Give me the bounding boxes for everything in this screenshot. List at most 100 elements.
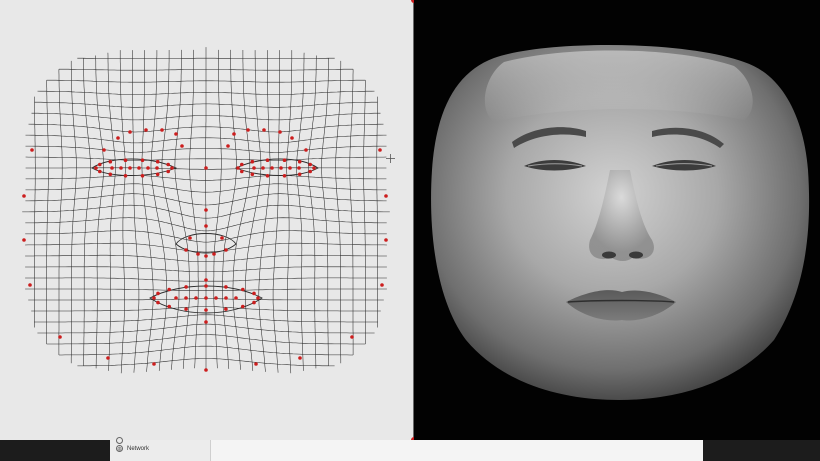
- landmark-point[interactable]: [290, 136, 294, 140]
- landmark-point[interactable]: [297, 166, 301, 170]
- landmark-point[interactable]: [184, 248, 188, 252]
- landmark-point[interactable]: [261, 166, 265, 170]
- landmark-point[interactable]: [204, 224, 208, 228]
- landmark-point[interactable]: [128, 166, 132, 170]
- landmark-point[interactable]: [241, 287, 245, 292]
- landmark-point[interactable]: [282, 158, 287, 162]
- landmark-point[interactable]: [155, 172, 160, 177]
- landmark-point[interactable]: [140, 158, 145, 162]
- landmark-point[interactable]: [241, 304, 245, 309]
- landmark-point[interactable]: [224, 296, 228, 300]
- landmark-point[interactable]: [224, 285, 228, 289]
- landmark-point[interactable]: [214, 296, 218, 300]
- landmark-point[interactable]: [196, 252, 200, 256]
- landmark-point[interactable]: [152, 362, 156, 366]
- landmark-point[interactable]: [144, 128, 148, 132]
- landmark-point[interactable]: [204, 254, 208, 258]
- landmark-point[interactable]: [262, 128, 266, 132]
- landmark-point[interactable]: [156, 291, 160, 296]
- landmark-point[interactable]: [234, 296, 238, 300]
- landmark-point[interactable]: [350, 335, 354, 339]
- landmark-point[interactable]: [174, 296, 178, 300]
- landmark-point[interactable]: [297, 172, 302, 177]
- landmark-point[interactable]: [252, 291, 256, 296]
- landmark-point[interactable]: [184, 285, 188, 289]
- landmark-point[interactable]: [297, 159, 302, 164]
- landmark-point[interactable]: [204, 278, 208, 282]
- landmark-point[interactable]: [167, 304, 171, 309]
- landmark-point[interactable]: [167, 287, 171, 292]
- landmark-point[interactable]: [265, 158, 270, 162]
- landmark-point[interactable]: [224, 248, 228, 252]
- sidebar-item-drive[interactable]: [116, 437, 127, 444]
- landmark-point[interactable]: [156, 300, 160, 305]
- landmark-point[interactable]: [384, 194, 388, 198]
- landmark-point[interactable]: [204, 368, 208, 372]
- landmark-point[interactable]: [194, 296, 198, 300]
- landmark-point[interactable]: [240, 169, 244, 174]
- landmark-point[interactable]: [308, 169, 313, 174]
- landmark-point[interactable]: [212, 252, 216, 256]
- landmark-point[interactable]: [384, 238, 388, 242]
- landmark-point[interactable]: [256, 296, 260, 300]
- 3d-render-viewport[interactable]: [414, 0, 820, 440]
- landmark-point[interactable]: [204, 320, 208, 324]
- landmark-point[interactable]: [160, 128, 164, 132]
- landmark-point[interactable]: [250, 159, 255, 164]
- landmark-point[interactable]: [174, 132, 178, 136]
- landmark-point[interactable]: [204, 296, 208, 300]
- landmark-point[interactable]: [308, 162, 313, 167]
- landmark-point[interactable]: [246, 128, 250, 132]
- landmark-point[interactable]: [250, 172, 255, 177]
- landmark-point[interactable]: [236, 166, 240, 170]
- landmark-point[interactable]: [108, 172, 113, 177]
- landmark-point[interactable]: [116, 136, 120, 140]
- landmark-point[interactable]: [378, 148, 382, 152]
- landmark-point[interactable]: [155, 159, 160, 164]
- landmark-point[interactable]: [98, 169, 102, 174]
- landmark-point[interactable]: [279, 166, 283, 170]
- landmark-point[interactable]: [22, 194, 26, 198]
- landmark-point[interactable]: [184, 307, 188, 311]
- landmark-point[interactable]: [288, 166, 292, 170]
- landmark-point[interactable]: [204, 166, 208, 170]
- landmark-point[interactable]: [224, 307, 228, 311]
- sidebar-item-network[interactable]: ◍ Network: [116, 445, 149, 452]
- landmark-point[interactable]: [180, 144, 184, 148]
- landmark-point[interactable]: [94, 166, 98, 170]
- landmark-point[interactable]: [146, 166, 150, 170]
- landmark-point[interactable]: [152, 296, 156, 300]
- landmark-point[interactable]: [108, 159, 113, 164]
- landmark-point[interactable]: [170, 166, 174, 170]
- landmark-point[interactable]: [28, 283, 32, 287]
- landmark-point[interactable]: [204, 308, 208, 312]
- landmark-point[interactable]: [252, 166, 256, 170]
- landmark-point[interactable]: [282, 174, 287, 178]
- landmark-point[interactable]: [123, 158, 128, 162]
- landmark-point[interactable]: [119, 166, 123, 170]
- landmark-point[interactable]: [166, 169, 170, 174]
- landmark-point[interactable]: [155, 166, 159, 170]
- landmark-point[interactable]: [304, 148, 308, 152]
- landmark-point[interactable]: [204, 284, 208, 288]
- uv-mesh-viewport[interactable]: [0, 0, 413, 440]
- landmark-point[interactable]: [312, 166, 316, 170]
- landmark-point[interactable]: [252, 300, 256, 305]
- landmark-point[interactable]: [128, 130, 132, 134]
- landmark-point[interactable]: [226, 144, 230, 148]
- landmark-point[interactable]: [22, 238, 26, 242]
- landmark-point[interactable]: [184, 296, 188, 300]
- landmark-point[interactable]: [298, 356, 302, 360]
- landmark-point[interactable]: [278, 130, 282, 134]
- landmark-point[interactable]: [232, 132, 236, 136]
- landmark-point[interactable]: [140, 174, 145, 178]
- landmark-point[interactable]: [110, 166, 114, 170]
- landmark-point[interactable]: [270, 166, 274, 170]
- landmark-point[interactable]: [123, 174, 128, 178]
- landmark-point[interactable]: [240, 162, 244, 167]
- landmark-point[interactable]: [137, 166, 141, 170]
- landmark-point[interactable]: [380, 283, 384, 287]
- landmark-point[interactable]: [254, 362, 258, 366]
- landmark-point[interactable]: [98, 162, 102, 167]
- landmark-point[interactable]: [220, 236, 224, 240]
